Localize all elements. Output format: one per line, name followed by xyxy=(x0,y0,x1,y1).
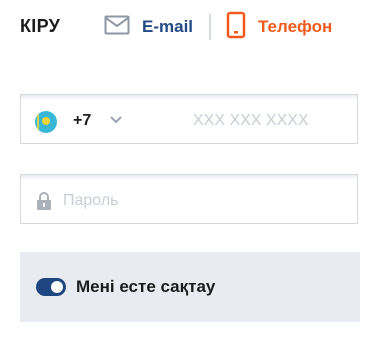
tab-phone-label: Телефон xyxy=(258,17,333,36)
kazakhstan-flag-icon[interactable] xyxy=(35,111,57,133)
phone-field: +7 xyxy=(20,94,358,144)
remember-me-toggle[interactable] xyxy=(36,278,66,296)
lock-icon xyxy=(35,191,53,211)
phone-icon xyxy=(226,11,246,44)
tab-email[interactable]: E-mail xyxy=(104,12,193,42)
remember-me-panel: Мені есте сақтау xyxy=(20,252,360,322)
page-title: КІРУ xyxy=(20,16,61,36)
toggle-knob xyxy=(51,281,63,293)
password-field xyxy=(20,174,358,224)
login-header: КІРУ E-mail Телефон xyxy=(0,0,380,56)
country-code: +7 xyxy=(73,112,92,129)
envelope-icon xyxy=(104,15,130,40)
chevron-down-icon[interactable] xyxy=(109,113,123,127)
password-input[interactable] xyxy=(61,188,345,214)
remember-me-label[interactable]: Мені есте сақтау xyxy=(76,277,215,297)
tab-divider xyxy=(209,14,211,40)
tab-phone[interactable]: Телефон xyxy=(226,11,333,44)
tab-email-label: E-mail xyxy=(142,17,194,36)
phone-input[interactable] xyxy=(191,108,355,134)
